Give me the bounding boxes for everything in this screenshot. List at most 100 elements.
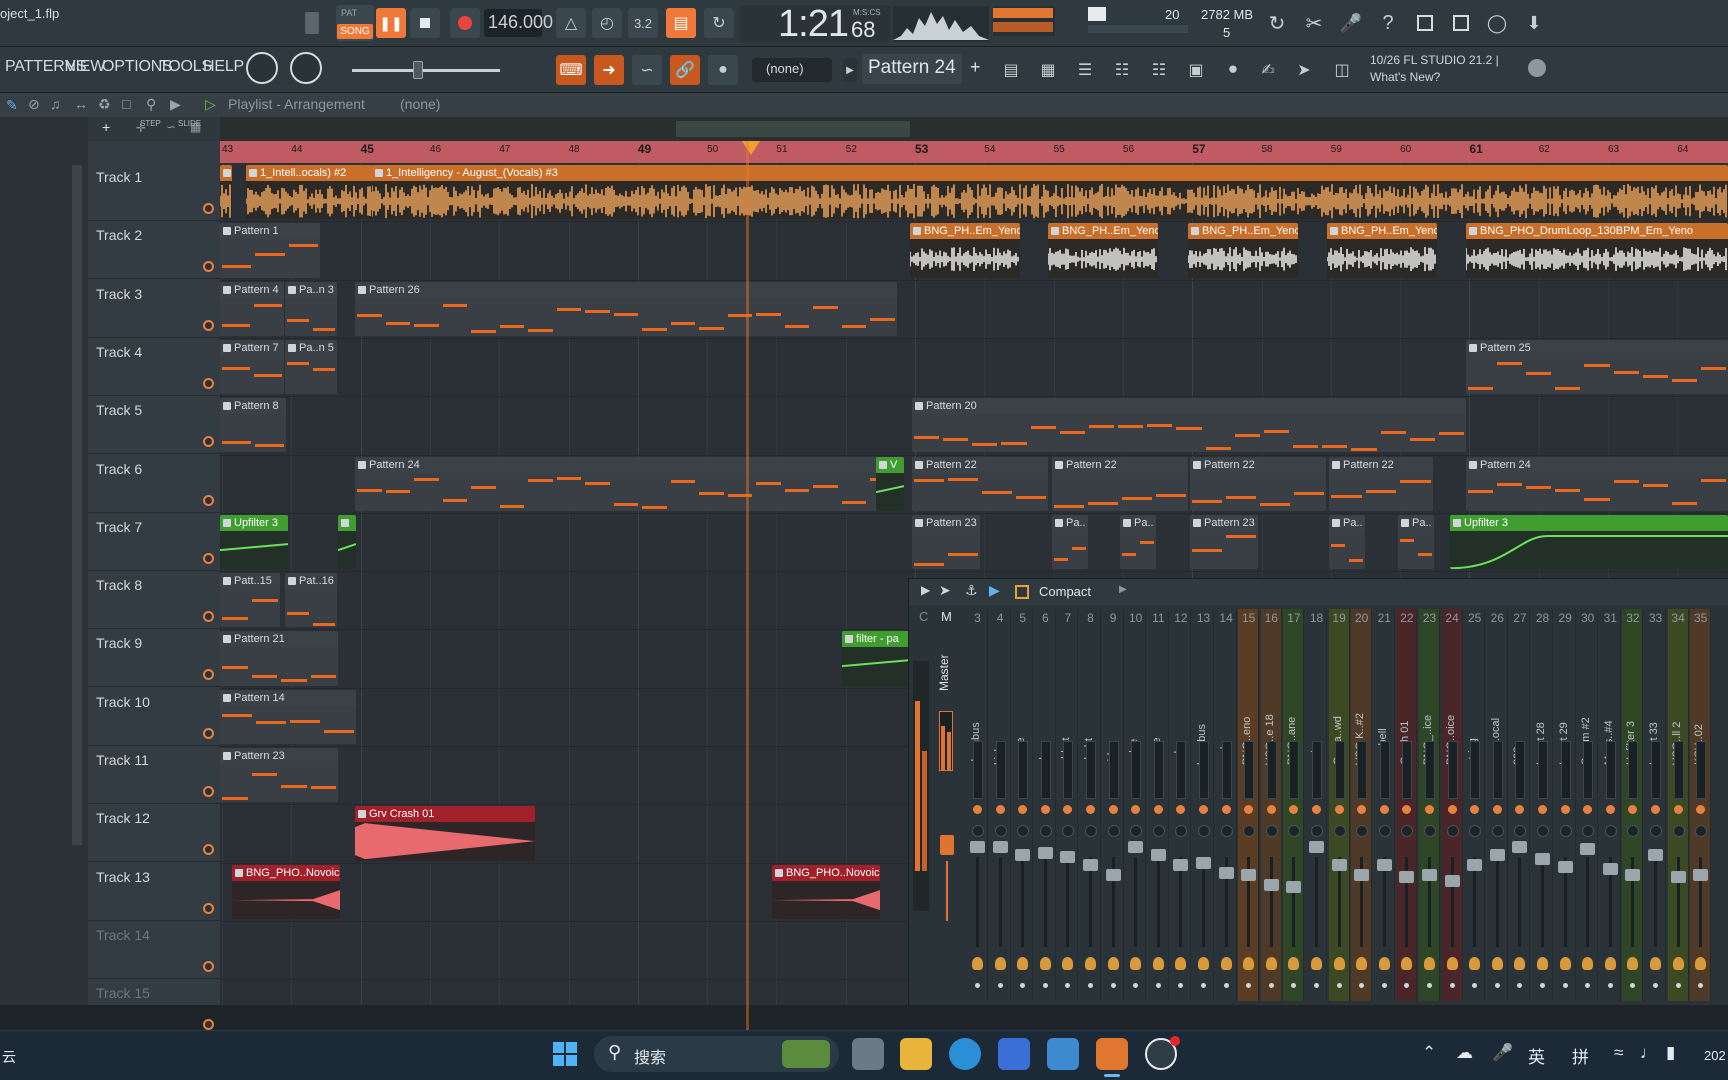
strip-enable-icon[interactable] — [1538, 805, 1547, 814]
track-header[interactable]: Track 15 — [88, 979, 220, 1038]
automation-clip[interactable]: BNG_PHO..Novoice — [232, 864, 340, 919]
track-header[interactable]: Track 1 — [88, 163, 220, 221]
strip-enable-icon[interactable] — [995, 805, 1005, 814]
one-click-audio-button[interactable]: ➤ — [1289, 55, 1319, 85]
blend-recording-button[interactable]: ▤ — [666, 8, 696, 38]
strip-solo-icon[interactable] — [1265, 957, 1277, 970]
strip-volume-fader[interactable] — [1105, 869, 1121, 881]
strip-volume-fader[interactable] — [1060, 851, 1076, 863]
strip-enable-icon[interactable] — [1266, 805, 1276, 814]
mixer-strip[interactable]: 25string — [1464, 609, 1486, 1001]
loop-record-button[interactable]: ↻ — [704, 8, 734, 38]
strip-route-icon[interactable] — [1133, 983, 1139, 988]
pattern-clip[interactable]: Pattern 25 — [1466, 339, 1728, 395]
strip-solo-icon[interactable] — [994, 957, 1006, 970]
strip-enable-icon[interactable] — [1244, 805, 1254, 814]
save-new-version-button[interactable] — [1446, 8, 1476, 38]
browser-scrollbar[interactable] — [72, 165, 82, 845]
news-panel[interactable]: 10/26 FL STUDIO 21.2 | What's New? — [1370, 52, 1499, 86]
cloud-icon[interactable]: ☁ — [1456, 1043, 1473, 1063]
record-button[interactable] — [450, 8, 480, 38]
mixer-strip[interactable]: 8chaht — [1080, 609, 1101, 1001]
delete-tool-icon[interactable]: ⊘ — [28, 96, 40, 113]
strip-volume-fader[interactable] — [1512, 841, 1528, 853]
strip-route-icon[interactable] — [1698, 983, 1704, 988]
pattern-clip[interactable]: Pattern 23 — [912, 514, 980, 570]
strip-route-icon[interactable] — [997, 983, 1003, 988]
automation-clip[interactable]: BNG_PHO..Novoice — [772, 864, 880, 919]
mixer-strip[interactable]: 6clap — [1034, 609, 1056, 1001]
strip-route-icon[interactable] — [1155, 983, 1161, 988]
track-header[interactable]: Track 9 — [88, 629, 220, 688]
strip-solo-icon[interactable] — [1175, 957, 1187, 970]
strip-solo-icon[interactable] — [1039, 957, 1051, 970]
strip-volume-fader[interactable] — [1150, 849, 1166, 861]
step-edit-button[interactable]: ➜ — [594, 55, 624, 85]
mixer-strip[interactable]: 20 VSG K..#2 — [1351, 609, 1373, 1001]
strip-solo-icon[interactable] — [1672, 957, 1684, 970]
strip-route-icon[interactable] — [1246, 983, 1252, 988]
strip-route-icon[interactable] — [1494, 983, 1500, 988]
mixer-strip[interactable]: 14pad — [1215, 609, 1237, 1001]
track-record-icon[interactable] — [203, 494, 214, 506]
strip-pan-knob[interactable] — [1198, 825, 1210, 837]
track-header[interactable]: Track 4 — [88, 338, 220, 396]
strip-route-icon[interactable] — [1223, 983, 1229, 988]
pattern-clip[interactable]: Pattern 22 — [912, 456, 1048, 511]
mute-tool-icon[interactable]: ♫ — [50, 96, 61, 112]
strip-pan-knob[interactable] — [1085, 825, 1097, 837]
pattern-clip[interactable]: Pa..n 3 — [285, 281, 337, 336]
strip-pan-knob[interactable] — [1424, 825, 1436, 837]
track-header[interactable]: Track 13 — [88, 863, 220, 921]
mixer-strip[interactable]: 19Cyma..wd — [1328, 609, 1350, 1001]
strip-pan-knob[interactable] — [994, 825, 1007, 837]
strip-solo-icon[interactable] — [1220, 957, 1232, 970]
mixer-strip[interactable]: 28Insert 28 — [1532, 609, 1553, 1001]
mixer-strip[interactable]: 16 VSG..e 18 — [1260, 609, 1282, 1001]
pattern-clip[interactable]: Pa.. — [1052, 514, 1088, 570]
strip-enable-icon[interactable] — [1357, 805, 1367, 814]
mixer-strip[interactable]: 21cowbell — [1373, 609, 1395, 1001]
templates-button[interactable]: ▣ — [1181, 55, 1211, 85]
master-pitch-knob[interactable] — [290, 52, 322, 84]
pattern-clip[interactable]: Pattern 24 — [355, 456, 897, 511]
mixer-strip[interactable]: 13bassbus — [1193, 609, 1214, 1001]
microphone-tray-icon[interactable]: 🎤 — [1492, 1043, 1513, 1063]
countdown-button[interactable]: 3.2 — [628, 8, 658, 38]
save-button[interactable] — [1410, 8, 1440, 38]
strip-pan-knob[interactable] — [1017, 825, 1030, 837]
strip-enable-icon[interactable] — [1673, 805, 1683, 814]
ime-language[interactable]: 英 — [1528, 1043, 1545, 1068]
strip-solo-icon[interactable] — [1627, 957, 1639, 970]
pattern-clip[interactable]: Pa.. — [1329, 514, 1365, 570]
strip-enable-icon[interactable] — [1583, 805, 1593, 814]
playback-tool-icon[interactable]: ▶ — [170, 96, 181, 113]
pattern-clip[interactable]: Pattern 23 — [220, 748, 338, 803]
track-record-icon[interactable] — [203, 727, 214, 739]
mixer-menu-arrow-icon[interactable]: ▶ — [921, 583, 930, 597]
strip-enable-icon[interactable] — [1131, 805, 1141, 814]
strip-enable-icon[interactable] — [1605, 805, 1615, 814]
pattern-clip[interactable]: Pattern 20 — [912, 398, 1466, 453]
strip-pan-knob[interactable] — [1401, 825, 1414, 837]
strip-enable-icon[interactable] — [1696, 805, 1706, 814]
strip-solo-icon[interactable] — [1650, 957, 1661, 970]
strip-solo-icon[interactable] — [1288, 957, 1300, 970]
select-tool-icon[interactable]: □ — [122, 96, 130, 112]
pattern-clip[interactable]: Pa.. — [1120, 514, 1156, 570]
strip-route-icon[interactable] — [1291, 983, 1297, 988]
strip-pan-knob[interactable] — [1356, 825, 1369, 837]
pattern-clip[interactable]: Pattern 14 — [220, 689, 356, 744]
strip-enable-icon[interactable] — [973, 805, 982, 814]
strip-enable-icon[interactable] — [1018, 805, 1028, 814]
strip-volume-fader[interactable] — [1263, 879, 1279, 891]
track-header[interactable]: Track 12 — [88, 804, 220, 863]
mixer-strip[interactable]: 5snare — [1012, 609, 1034, 1001]
strip-volume-fader[interactable] — [1535, 853, 1550, 865]
mixer-strip[interactable]: 22Grv..h 01 — [1396, 609, 1418, 1001]
strip-pan-knob[interactable] — [1582, 825, 1595, 837]
automation-clip[interactable]: Upfilter 3 — [1450, 514, 1728, 570]
pattern-clip[interactable]: Pattern 24 — [1466, 456, 1728, 511]
track-record-icon[interactable] — [203, 261, 214, 273]
song-position-display[interactable]: 1:21 68 M:S:CS — [740, 3, 890, 45]
